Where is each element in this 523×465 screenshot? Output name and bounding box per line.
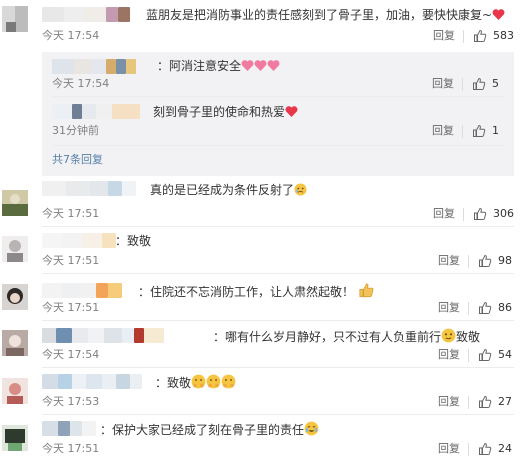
comment-text: ：致敬 xyxy=(155,374,236,391)
like-count: 5 xyxy=(492,77,499,90)
thumbs-up-icon xyxy=(479,348,492,361)
reply-text: ：阿消注意安全 xyxy=(157,58,280,74)
heart-emoji-icon xyxy=(267,59,280,72)
avatar[interactable] xyxy=(2,330,28,356)
like-button[interactable]: 86 xyxy=(478,301,512,315)
thumbs-up-icon xyxy=(479,254,492,267)
thumbs-up-icon xyxy=(479,395,492,408)
avatar[interactable] xyxy=(2,236,28,262)
divider xyxy=(52,145,504,146)
like-button[interactable]: 54 xyxy=(478,348,512,362)
reply-button[interactable]: 回复 xyxy=(438,395,460,409)
blurred-username[interactable] xyxy=(42,421,96,436)
comment-text: ：哪有什么岁月静好，只不过有人负重前行 致敬 xyxy=(213,328,481,344)
heart-emoji-icon xyxy=(492,8,505,21)
separator xyxy=(463,208,464,221)
heart-emoji-icon xyxy=(285,105,298,118)
face-emoji-icon xyxy=(304,421,319,436)
separator xyxy=(468,349,469,362)
like-count: 86 xyxy=(498,301,512,314)
heart-emoji-icon xyxy=(254,59,267,72)
reply-button[interactable]: 回复 xyxy=(432,77,454,91)
like-button[interactable]: 27 xyxy=(478,395,512,409)
thumbs-up-emoji-icon xyxy=(358,282,374,298)
like-button[interactable]: 98 xyxy=(478,254,512,268)
separator xyxy=(462,78,463,91)
avatar[interactable] xyxy=(2,284,28,310)
blurred-username[interactable] xyxy=(42,233,116,248)
blurred-username[interactable] xyxy=(52,104,140,119)
face-emoji-icon xyxy=(294,183,307,196)
divider xyxy=(42,414,514,415)
reply-button[interactable]: 回复 xyxy=(438,348,460,362)
like-count: 98 xyxy=(498,254,512,267)
avatar[interactable] xyxy=(2,425,28,451)
thumbs-up-icon xyxy=(473,77,486,90)
comment-text: 真的是已经成为条件反射了 xyxy=(150,182,307,198)
like-count: 24 xyxy=(498,442,512,455)
blurred-username[interactable] xyxy=(42,374,142,389)
separator xyxy=(463,30,464,43)
thumbs-up-icon xyxy=(474,207,487,220)
thumbs-up-icon xyxy=(473,124,486,137)
clap-emoji-icon xyxy=(206,374,221,389)
like-count: 583 xyxy=(493,29,514,42)
comment-time: 今天 17:53 xyxy=(42,395,100,408)
like-button[interactable]: 583 xyxy=(473,29,514,43)
face-emoji-icon xyxy=(441,328,456,343)
more-replies-link[interactable]: 共7条回复 xyxy=(52,153,103,167)
blurred-username[interactable] xyxy=(42,283,122,298)
thumbs-up-icon xyxy=(479,442,492,455)
like-button[interactable]: 5 xyxy=(472,77,499,91)
like-count: 54 xyxy=(498,348,512,361)
clap-emoji-icon xyxy=(221,374,236,389)
comment-time: 今天 17:51 xyxy=(42,301,100,314)
like-button[interactable]: 306 xyxy=(473,207,514,221)
avatar[interactable] xyxy=(2,378,28,404)
like-button[interactable]: 24 xyxy=(478,442,512,456)
like-count: 1 xyxy=(492,124,499,137)
avatar[interactable] xyxy=(2,190,28,216)
thumbs-up-icon xyxy=(474,29,487,42)
divider xyxy=(42,320,514,321)
reply-time: 31分钟前 xyxy=(52,124,99,137)
reply-button[interactable]: 回复 xyxy=(438,442,460,456)
reply-button[interactable]: 回复 xyxy=(433,207,455,221)
separator xyxy=(468,255,469,268)
avatar[interactable] xyxy=(2,6,28,32)
divider xyxy=(42,273,514,274)
reply-button[interactable]: 回复 xyxy=(433,29,455,43)
comment-time: 今天 17:54 xyxy=(42,29,100,42)
reply-button[interactable]: 回复 xyxy=(438,301,460,315)
comment-time: 今天 17:51 xyxy=(42,254,100,267)
separator xyxy=(462,125,463,138)
comment-time: 今天 17:54 xyxy=(42,348,100,361)
separator xyxy=(468,302,469,315)
blurred-username[interactable] xyxy=(42,181,136,196)
reply-time: 今天 17:54 xyxy=(52,77,110,90)
separator xyxy=(468,443,469,456)
comment-text: ：致敬 xyxy=(115,234,152,248)
blurred-username[interactable] xyxy=(42,328,164,343)
comment-text: ：保护大家已经成了刻在骨子里的责任 xyxy=(100,421,319,438)
divider xyxy=(42,367,514,368)
comment-time: 今天 17:51 xyxy=(42,207,100,220)
blurred-username[interactable] xyxy=(52,59,136,74)
comment-text: ：住院还不忘消防工作，让人肃然起敬！ xyxy=(138,282,374,300)
divider xyxy=(52,96,504,97)
comment-time: 今天 17:51 xyxy=(42,442,100,455)
like-button[interactable]: 1 xyxy=(472,124,499,138)
heart-emoji-icon xyxy=(241,59,254,72)
divider xyxy=(42,226,514,227)
reply-text: 刻到骨子里的使命和热爱 xyxy=(153,104,298,120)
blurred-username[interactable] xyxy=(42,7,130,22)
comment-text: 蓝朋友是把消防事业的责任感刻到了骨子里，加油，要快快康复~ xyxy=(146,7,505,23)
reply-button[interactable]: 回复 xyxy=(438,254,460,268)
like-count: 306 xyxy=(493,207,514,220)
clap-emoji-icon xyxy=(191,374,206,389)
thumbs-up-icon xyxy=(479,301,492,314)
reply-button[interactable]: 回复 xyxy=(432,124,454,138)
separator xyxy=(468,396,469,409)
like-count: 27 xyxy=(498,395,512,408)
